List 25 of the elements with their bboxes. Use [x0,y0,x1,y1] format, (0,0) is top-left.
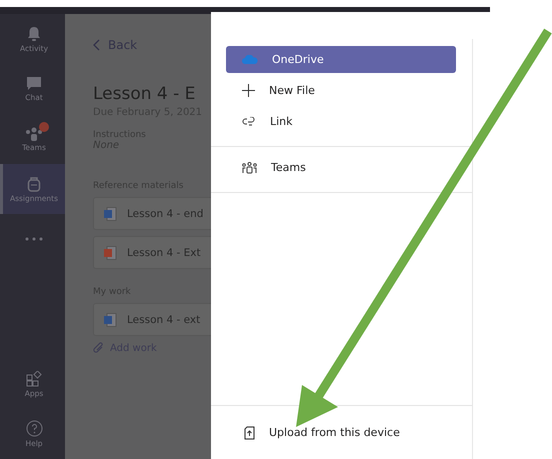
chevron-left-icon [93,39,100,51]
document-icon [104,206,117,220]
file-card[interactable]: Lesson 4 - ext [93,303,211,336]
document-icon [104,312,117,326]
file-card[interactable]: Lesson 4 - Ext [93,236,211,269]
apps-icon [26,370,42,386]
backpack-icon [27,176,41,192]
document-icon [104,246,117,260]
paperclip-icon [93,342,104,354]
help-icon [26,420,42,437]
people-icon [25,126,43,140]
menu-item[interactable]: Link [226,108,456,135]
menu-item[interactable]: Teams [226,154,456,181]
bell-icon [27,26,41,42]
plus-icon [242,84,255,97]
file-card[interactable]: Lesson 4 - end [93,197,211,230]
menu-item[interactable]: OneDrive [226,46,456,73]
people-icon [242,162,257,174]
cloud-icon [242,55,258,64]
link-icon [242,116,256,126]
menu-item[interactable]: New File [226,77,456,104]
chat-icon [26,76,42,91]
upload-file-icon [244,426,255,440]
assignment-title: Lesson 4 - E [93,84,196,104]
more-icon [25,237,43,241]
